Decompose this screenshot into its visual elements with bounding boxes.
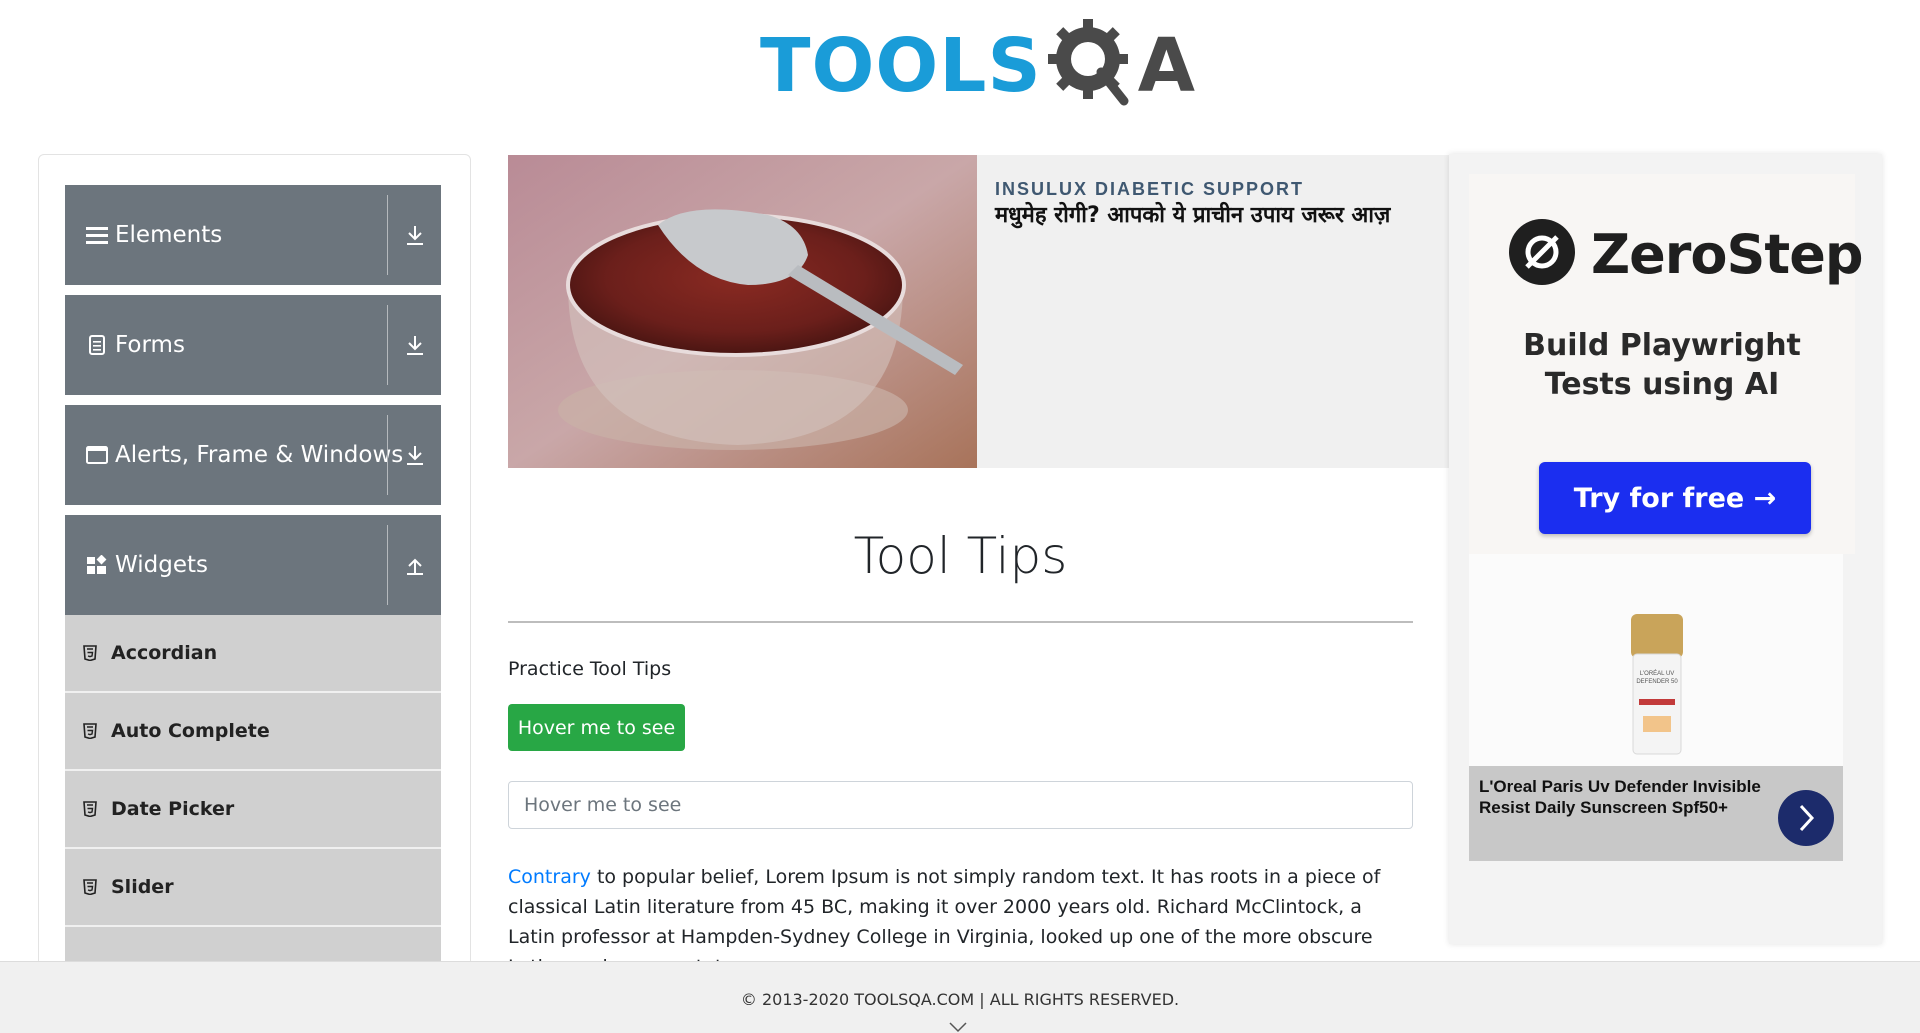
toolsqa-logo[interactable]: TOOLS A <box>760 17 1195 114</box>
divider <box>387 195 388 275</box>
download-arrow-icon[interactable] <box>403 443 427 467</box>
widgets-icon <box>85 553 109 577</box>
next-arrow-button[interactable] <box>1778 790 1834 846</box>
group-elements[interactable]: Elements <box>65 185 441 285</box>
ad-photo <box>508 155 977 468</box>
tooltip-link[interactable]: Contrary <box>508 866 591 888</box>
zerostep-logo-icon <box>1509 219 1575 290</box>
product-caption[interactable]: L'Oreal Paris Uv Defender Invisible Resi… <box>1469 766 1843 861</box>
download-arrow-icon[interactable] <box>403 333 427 357</box>
upload-arrow-icon[interactable] <box>403 553 427 577</box>
divider <box>387 305 388 385</box>
group-label: Elements <box>115 222 223 248</box>
practice-label: Practice Tool Tips <box>508 658 672 680</box>
group-label: Alerts, Frame & Windows <box>115 442 404 468</box>
menu-item-label: Accordian <box>111 642 218 664</box>
window-icon <box>85 443 109 467</box>
ad-banner-top[interactable]: INSULUX DIABETIC SUPPORT मधुमेह रोगी? आप… <box>508 155 1450 468</box>
logo-suffix: A <box>1137 22 1196 109</box>
group-alerts-frame-windows[interactable]: Alerts, Frame & Windows <box>65 405 441 505</box>
widgets-menu-list: Accordian Auto Complete Date Picker Slid… <box>65 615 441 1005</box>
html5-icon <box>83 722 99 740</box>
product-bottle-text: L'ORÉAL UV DEFENDER 50 <box>1636 671 1678 685</box>
document-icon <box>85 333 109 357</box>
tooltip-hover-button[interactable]: Hover me to see <box>508 704 685 751</box>
chevron-right-icon <box>1799 804 1815 832</box>
page-title: Tool Tips <box>853 527 1068 585</box>
left-panel: Elements Forms Alerts, Frame & Windows W… <box>38 154 471 1033</box>
group-widgets[interactable]: Widgets <box>65 515 441 615</box>
zerostep-brand: ZeroStep <box>1591 223 1863 286</box>
subtitle-line: Build Playwright <box>1523 328 1801 363</box>
subtitle-line: Tests using AI <box>1544 367 1780 402</box>
gear-search-icon <box>1046 17 1138 114</box>
footer: © 2013-2020 TOOLSQA.COM | ALL RIGHTS RES… <box>0 961 1920 1033</box>
page: TOOLS A Elements Forms Alerts, Frame & W… <box>0 0 1920 1033</box>
group-label: Widgets <box>115 552 208 578</box>
menu-item-auto-complete[interactable]: Auto Complete <box>65 693 441 771</box>
html5-icon <box>83 644 99 662</box>
menu-item-label: Date Picker <box>111 798 235 820</box>
ad-brand: INSULUX DIABETIC SUPPORT <box>995 179 1305 199</box>
divider <box>387 525 388 605</box>
menu-item-accordian[interactable]: Accordian <box>65 615 441 693</box>
zerostep-subtitle: Build Playwright Tests using AI <box>1469 326 1855 404</box>
product-title: L'Oreal Paris Uv Defender Invisible Resi… <box>1479 777 1761 817</box>
tooltip-hover-input[interactable] <box>508 781 1413 829</box>
menu-item-date-picker[interactable]: Date Picker <box>65 771 441 849</box>
zerostep-ad[interactable]: ZeroStep Build Playwright Tests using AI… <box>1469 174 1863 554</box>
download-arrow-icon[interactable] <box>403 223 427 247</box>
hamburger-icon <box>85 223 109 247</box>
menu-item-label: Auto Complete <box>111 720 270 742</box>
divider <box>387 415 388 495</box>
zerostep-logo: ZeroStep <box>1509 219 1863 290</box>
try-for-free-button[interactable]: Try for free → <box>1539 462 1811 534</box>
menu-item-label: Slider <box>111 876 174 898</box>
group-label: Forms <box>115 332 185 358</box>
chevron-down-icon[interactable] <box>948 1020 968 1033</box>
html5-icon <box>83 800 99 818</box>
product-image[interactable]: L'ORÉAL UV DEFENDER 50 <box>1469 554 1843 766</box>
divider <box>508 621 1413 623</box>
copyright-text: © 2013-2020 TOOLSQA.COM | ALL RIGHTS RES… <box>740 990 1180 1009</box>
group-forms[interactable]: Forms <box>65 295 441 395</box>
menu-item-slider[interactable]: Slider <box>65 849 441 927</box>
ad-headline[interactable]: मधुमेह रोगी? आपको ये प्राचीन उपाय जरूर आ… <box>995 199 1390 229</box>
html5-icon <box>83 878 99 896</box>
ad-banner-right[interactable]: ZeroStep Build Playwright Tests using AI… <box>1449 154 1882 944</box>
logo-text: TOOLS <box>760 22 1042 109</box>
